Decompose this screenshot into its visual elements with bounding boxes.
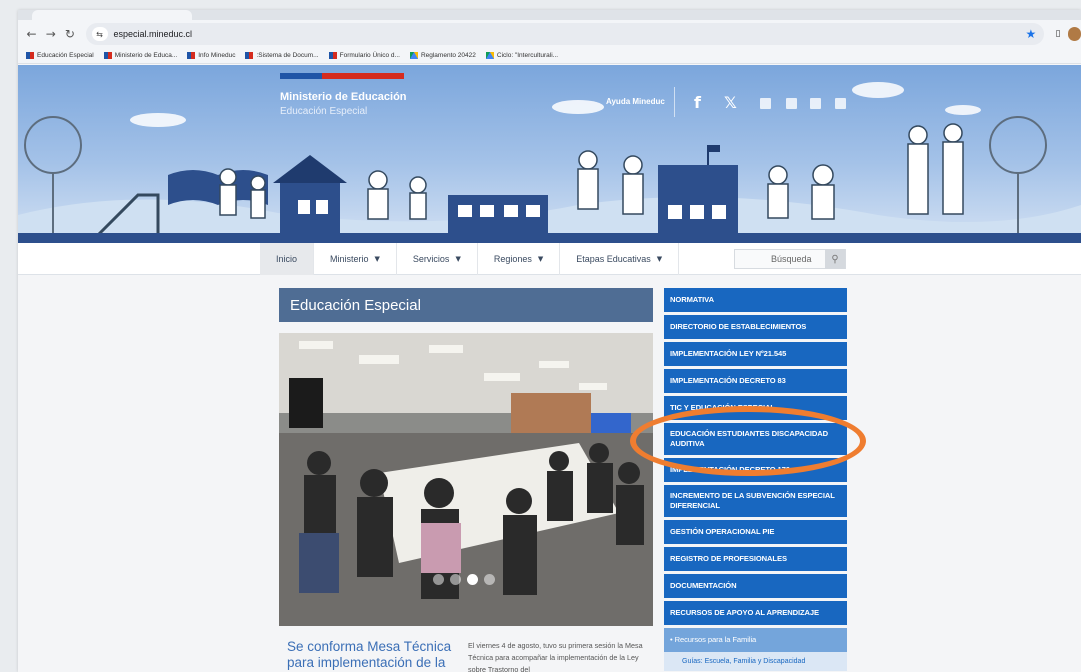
drive-icon — [409, 52, 418, 59]
caret-down-icon: ▼ — [374, 255, 380, 263]
site-subtitle[interactable]: Educación Especial — [280, 106, 367, 117]
sidebar-item-registro[interactable]: REGISTRO DE PROFESIONALES — [664, 547, 847, 571]
news-excerpt: El viernes 4 de agosto, tuvo su primera … — [468, 641, 643, 672]
url-text: especial.mineduc.cl — [113, 29, 193, 39]
sidebar-item-normativa[interactable]: NORMATIVA — [664, 288, 847, 312]
sidebar-item-recursos[interactable]: RECURSOS DE APOYO AL APRENDIZAJE — [664, 601, 847, 625]
nav-etapas[interactable]: Etapas Educativas ▼ — [560, 243, 680, 275]
social-icon-5[interactable] — [810, 98, 821, 109]
reload-icon[interactable]: ↻ — [60, 24, 79, 44]
carousel-dots — [433, 574, 495, 585]
bookmarks-bar: Educación Especial Ministerio de Educa..… — [18, 48, 1081, 64]
flag-favicon-icon — [245, 52, 254, 59]
browser-window: ← → ↻ ⇆ especial.mineduc.cl ★ ▯ Educació… — [18, 10, 1081, 672]
nav-label: Servicios — [412, 254, 450, 264]
nav-label: Regiones — [493, 254, 532, 264]
help-link[interactable]: Ayuda Mineduc — [606, 97, 665, 106]
sidebar-subsubitem-guias[interactable]: Guías: Escuela, Familia y Discapacidad — [664, 652, 847, 671]
nav-regiones[interactable]: Regiones ▼ — [478, 243, 561, 275]
main-navigation: Inicio Ministerio ▼ Servicios ▼ Regiones ▼ … — [18, 243, 1081, 275]
carousel-dot[interactable] — [450, 574, 461, 585]
sidebar-item-documentacion[interactable]: DOCUMENTACIÓN — [664, 574, 847, 598]
banner-ground — [18, 233, 1081, 243]
caret-down-icon: ▼ — [656, 255, 663, 263]
bookmark-label: Ciclo: "Interculturali... — [496, 52, 559, 59]
gov-flag-bar — [280, 73, 404, 79]
tab-strip — [18, 10, 1081, 20]
bookmark-item[interactable]: Ciclo: "Interculturali... — [485, 52, 559, 59]
bookmark-star-icon[interactable]: ★ — [1025, 27, 1036, 41]
search-input[interactable]: Búsqueda ⚲ — [734, 249, 846, 269]
sidebar-item-gestion-pie[interactable]: GESTIÓN OPERACIONAL PIE — [664, 520, 847, 544]
social-icon-6[interactable] — [835, 98, 846, 109]
forward-icon[interactable]: → — [41, 24, 60, 44]
page-viewport: Ministerio de Educación Educación Especi… — [18, 65, 1081, 672]
carousel-dot-active[interactable] — [467, 574, 478, 585]
sidebar-item-directorio[interactable]: DIRECTORIO DE ESTABLECIMIENTOS — [664, 315, 847, 339]
carousel-dot[interactable] — [433, 574, 444, 585]
facebook-icon[interactable]: f — [694, 93, 701, 112]
nav-label: Ministerio — [330, 254, 369, 264]
bookmark-item[interactable]: Info Mineduc — [187, 52, 235, 59]
bookmark-item[interactable]: :Sistema de Docum... — [245, 52, 319, 59]
bookmark-item[interactable]: Ministerio de Educa... — [103, 52, 178, 59]
site-banner: Ministerio de Educación Educación Especi… — [18, 65, 1081, 243]
bookmark-item[interactable]: Educación Especial — [26, 52, 94, 59]
divider — [674, 87, 675, 117]
sidebar-item-ley-21545[interactable]: IMPLEMENTACIÓN LEY Nº21.545 — [664, 342, 847, 366]
bookmark-label: Ministerio de Educa... — [114, 52, 178, 59]
section-title: Educación Especial — [279, 288, 653, 322]
bookmark-label: Reglamento 20422 — [420, 52, 476, 59]
search-icon[interactable]: ⚲ — [825, 249, 845, 269]
bookmark-label: Formulario Único d... — [339, 52, 400, 59]
nav-inicio[interactable]: Inicio — [260, 243, 315, 275]
active-tab[interactable] — [32, 10, 192, 20]
drive-icon — [485, 52, 494, 59]
bookmark-label: Educación Especial — [37, 52, 94, 59]
twitter-icon[interactable]: 𝕏 — [724, 93, 737, 112]
highlight-ellipse — [630, 406, 866, 476]
bookmark-item[interactable]: Formulario Único d... — [328, 52, 400, 59]
bookmark-label: :Sistema de Docum... — [256, 52, 319, 59]
banner-illustration — [18, 82, 1081, 243]
nav-ministerio[interactable]: Ministerio ▼ — [314, 243, 397, 275]
nav-label: Etapas Educativas — [576, 254, 651, 264]
nav-menu: Inicio Ministerio ▼ Servicios ▼ Regiones ▼ … — [260, 243, 680, 275]
news-headline[interactable]: Se conforma Mesa Técnica para implementa… — [287, 639, 457, 672]
ministry-title[interactable]: Ministerio de Educación — [280, 91, 407, 103]
caret-down-icon: ▼ — [455, 255, 461, 263]
flag-favicon-icon — [26, 52, 34, 59]
sidebar-item-decreto-83[interactable]: IMPLEMENTACIÓN DECRETO 83 — [664, 369, 847, 393]
side-panel-icon[interactable]: ▯ — [1050, 26, 1065, 42]
bookmark-label: Info Mineduc — [198, 52, 236, 59]
sidebar-subitem-familia[interactable]: • Recursos para la Familia — [664, 628, 847, 652]
search-placeholder: Búsqueda — [771, 254, 812, 264]
address-bar[interactable]: ⇆ especial.mineduc.cl ★ — [85, 23, 1045, 45]
caret-down-icon: ▼ — [537, 255, 544, 263]
nav-label: Inicio — [276, 254, 298, 264]
site-info-icon[interactable]: ⇆ — [91, 27, 108, 41]
profile-avatar[interactable] — [1067, 27, 1081, 41]
nav-servicios[interactable]: Servicios ▼ — [397, 243, 478, 275]
social-icon-4[interactable] — [786, 98, 797, 109]
flag-favicon-icon — [187, 52, 196, 59]
sidebar-item-subvencion[interactable]: INCREMENTO DE LA SUBVENCIÓN ESPECIAL DIF… — [664, 485, 847, 517]
flag-favicon-icon — [328, 52, 337, 59]
back-icon[interactable]: ← — [22, 24, 41, 44]
flag-favicon-icon — [103, 52, 112, 59]
social-icon-3[interactable] — [760, 98, 771, 109]
browser-toolbar: ← → ↻ ⇆ especial.mineduc.cl ★ ▯ — [18, 20, 1081, 48]
carousel-dot[interactable] — [484, 574, 495, 585]
sidebar-menu: NORMATIVA DIRECTORIO DE ESTABLECIMIENTOS… — [664, 288, 847, 671]
bookmark-item[interactable]: Reglamento 20422 — [409, 52, 476, 59]
